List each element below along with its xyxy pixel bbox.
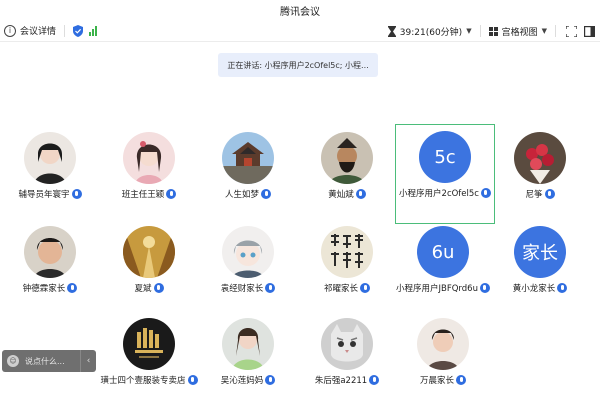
chat-placeholder: 说点什么... [25, 356, 65, 366]
microphone-icon [360, 283, 370, 293]
shield-icon[interactable] [73, 24, 84, 37]
avatar [417, 318, 469, 370]
participant-name: 璜士四个壹服装专卖店 [100, 376, 186, 386]
chevron-down-icon[interactable]: ▼ [542, 27, 547, 35]
microphone-icon [369, 375, 380, 385]
participant-name: 班主任王颖 [121, 190, 165, 200]
participant-name: 小程序用户JBFQrd6u [396, 284, 478, 294]
sidebar-panel-icon [583, 25, 595, 37]
microphone-icon [479, 283, 490, 293]
microphone-icon [557, 283, 568, 293]
info-icon[interactable]: i [4, 24, 16, 37]
divider [555, 25, 556, 37]
participant-name: 吴沁莲妈妈 [220, 376, 264, 386]
avatar: 6u [417, 226, 469, 278]
title-bar: 腾讯会议 [0, 0, 600, 20]
avatar [321, 226, 373, 278]
participant-name: 袁经财家长 [220, 284, 264, 294]
chevron-down-icon[interactable]: ▼ [466, 27, 471, 35]
participant-name: 尼筝 [525, 190, 543, 200]
participant-tile[interactable]: 班主任王颖 [99, 126, 199, 226]
avatar: 5c [419, 131, 471, 183]
participant-tile[interactable]: 吴沁莲妈妈 [198, 312, 298, 405]
microphone-icon [71, 189, 82, 199]
participant-tile[interactable]: 家长 黄小龙家长 [490, 220, 590, 320]
participant-tile[interactable]: 璜士四个壹服装专卖店 [99, 312, 199, 405]
chat-input[interactable]: ☺ 说点什么... ‹ [2, 350, 96, 372]
divider [64, 24, 66, 37]
participant-name: 钟德霖家长 [22, 284, 66, 294]
avatar [321, 132, 373, 184]
participant-name: 黄小龙家长 [512, 284, 556, 294]
avatar: 家长 [514, 226, 566, 278]
signal-icon[interactable] [89, 25, 98, 36]
sidebar-toggle-button[interactable] [582, 24, 596, 38]
participant-tile[interactable]: 袁经财家长 [198, 220, 298, 320]
participant-name: 夏斌 [134, 284, 152, 294]
avatar [24, 226, 76, 278]
microphone-icon [456, 375, 466, 385]
participant-name: 小程序用户2cOfel5c [399, 189, 479, 199]
participant-tile[interactable]: 黄灿斌 [297, 126, 397, 226]
microphone-icon [265, 375, 276, 385]
participant-tile-selected[interactable]: 5c 小程序用户2cOfel5c [395, 124, 495, 224]
grid-view-icon [488, 26, 498, 36]
divider [479, 25, 481, 37]
microphone-icon [265, 283, 276, 293]
participant-tile[interactable]: 朱后强a2211 [297, 312, 397, 405]
microphone-icon [166, 189, 177, 199]
participant-tile[interactable]: 祁曜家长 [297, 220, 397, 320]
microphone-icon [544, 189, 555, 199]
participant-name: 人生如梦 [224, 190, 259, 200]
participant-tile[interactable]: 夏斌 [99, 220, 199, 320]
microphone-icon [355, 189, 366, 199]
microphone-icon [153, 283, 164, 293]
participant-tile[interactable]: 6u 小程序用户JBFQrd6u [393, 220, 493, 320]
speaking-banner: 正在讲话: 小程序用户2cOfel5c; 小程... [218, 53, 378, 77]
avatar [222, 318, 274, 370]
avatar [321, 318, 373, 370]
participant-tile[interactable]: 人生如梦 [198, 126, 298, 226]
participant-tile[interactable]: 钟德霖家长 [0, 220, 100, 320]
avatar [222, 132, 274, 184]
avatar [514, 132, 566, 184]
participant-tile[interactable]: 辅导员年寰宇 [0, 126, 100, 226]
participant-name: 朱后强a2211 [314, 376, 368, 386]
participant-name: 辅导员年寰宇 [18, 190, 70, 200]
avatar [123, 226, 175, 278]
microphone-icon [67, 283, 78, 293]
chevron-left-icon[interactable]: ‹ [80, 350, 96, 372]
meeting-toolbar: i 会议详情 39:21(60分钟) ▼ 宫格视图 ▼ [0, 20, 600, 42]
participant-name: 万晨家长 [419, 376, 454, 386]
participant-tile[interactable]: 尼筝 [490, 126, 590, 226]
participant-tile[interactable]: 万晨家长 [393, 312, 493, 405]
participant-name: 黄灿斌 [328, 190, 354, 200]
fullscreen-button[interactable] [564, 24, 578, 38]
view-mode-button[interactable]: 宫格视图 [502, 25, 538, 38]
avatar [222, 226, 274, 278]
meeting-info-button[interactable]: 会议详情 [20, 24, 56, 37]
participant-name: 祁曜家长 [323, 284, 358, 294]
hourglass-icon [387, 25, 396, 37]
emoji-icon[interactable]: ☺ [7, 355, 19, 367]
fullscreen-icon [565, 25, 577, 37]
avatar [24, 132, 76, 184]
meeting-timer[interactable]: 39:21(60分钟) [400, 25, 462, 38]
microphone-icon [261, 189, 271, 199]
avatar [123, 132, 175, 184]
window-title: 腾讯会议 [280, 7, 320, 18]
microphone-icon [187, 375, 198, 385]
avatar [123, 318, 175, 370]
